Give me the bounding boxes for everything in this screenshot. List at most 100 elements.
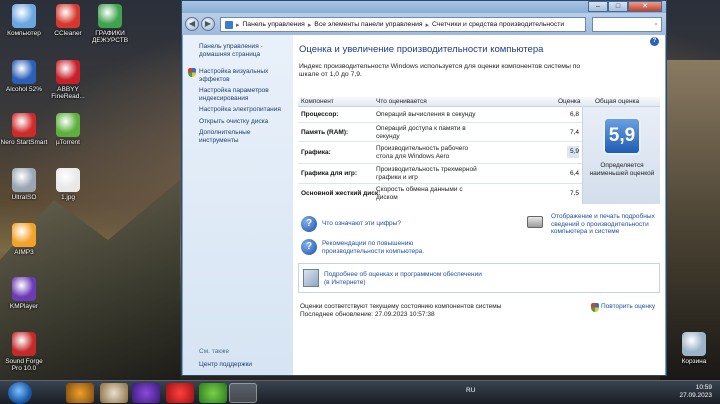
desktop-icon[interactable]: AIMP3 <box>0 223 48 256</box>
help-icon[interactable]: ? <box>650 37 659 46</box>
column-header-overall: Общая оценка <box>595 98 640 105</box>
start-button[interactable] <box>8 382 32 404</box>
taskbar-app-utorrent[interactable] <box>199 383 227 403</box>
desktop-icon[interactable]: UltraISO <box>0 168 48 201</box>
task-link-power[interactable]: Настройка электропитания <box>199 106 281 114</box>
forward-button[interactable]: ▶ <box>201 17 215 31</box>
rerun-assessment-link[interactable]: Повторить оценку <box>601 303 655 311</box>
overall-score-panel: 5,9 Определяется наименьшей оценкой <box>582 107 660 204</box>
clock-date: 27.09.2023 <box>679 392 712 399</box>
search-icon: ⌕ <box>654 21 658 28</box>
component-name: Основной жесткий диск: <box>301 190 381 197</box>
table-header: Компонент Что оценивается Оценка Общая о… <box>298 97 660 107</box>
what-numbers-mean-link[interactable]: Что означают эти цифры? <box>322 220 401 228</box>
question-icon: ? <box>301 239 317 255</box>
printer-icon <box>527 216 543 228</box>
desktop-icon-label: µTorrent <box>56 139 80 146</box>
desktop-icon-label: Nero StartSmart <box>0 139 48 146</box>
back-button[interactable]: ◀ <box>185 17 199 31</box>
taskbar-app-visual-studio[interactable] <box>132 383 160 403</box>
component-score: 6,4 <box>569 170 579 177</box>
component-name: Графика: <box>301 149 331 156</box>
desktop-icon[interactable]: Компьютер <box>0 4 48 37</box>
desktop-icon[interactable]: Sound Forge Pro 10.0 <box>0 332 48 372</box>
breadcrumb-item[interactable]: Все элементы панели управления <box>314 21 422 28</box>
app-icon <box>12 4 36 28</box>
desktop-icon[interactable]: Корзина <box>670 332 718 365</box>
desktop-icon[interactable]: CCleaner <box>44 4 92 37</box>
status-text: Оценки соответствуют текущему состоянию … <box>300 303 502 310</box>
column-header-score: Оценка <box>558 98 581 105</box>
task-list: Настройка визуальных эффектов Настройка … <box>188 68 288 148</box>
title-bar[interactable]: – □ ✕ <box>182 1 666 13</box>
last-update-text: Последнее обновление: 27.09.2023 10:57:3… <box>300 311 435 318</box>
app-icon <box>12 168 36 192</box>
taskbar-app-game[interactable] <box>100 383 128 403</box>
component-name: Процессор: <box>301 111 339 118</box>
minimize-button[interactable]: – <box>588 1 608 12</box>
clock-time: 10:59 <box>695 384 712 391</box>
app-icon <box>682 332 706 356</box>
app-icon <box>56 113 80 137</box>
left-task-pane: Панель управления - домашняя страница На… <box>183 35 293 375</box>
desktop-icon[interactable]: KMPlayer <box>0 277 48 310</box>
chevron-right-icon: ▸ <box>236 21 240 29</box>
app-icon <box>56 4 80 28</box>
desktop-icon[interactable]: ГРАФИКИ ДЕЖУРСТВ <box>86 4 134 44</box>
search-input[interactable]: ⌕ <box>592 17 662 32</box>
chevron-right-icon: ▸ <box>425 21 429 29</box>
desktop-icon[interactable]: Nero StartSmart <box>0 113 48 146</box>
task-link-disk-cleanup[interactable]: Открыть очистку диска <box>199 118 268 126</box>
desktop-icon[interactable]: µTorrent <box>44 113 92 146</box>
desktop-icon-label: 1.jpg <box>60 194 76 201</box>
desktop-icon[interactable]: Alcohol 52% <box>0 60 48 93</box>
desktop-icon-label: CCleaner <box>54 30 82 37</box>
desktop-icon-label: ABBYY FineRead... <box>51 86 85 100</box>
navigation-bar: ◀ ▶ ▸ Панель управления ▸ Все элементы п… <box>182 13 666 35</box>
app-icon <box>12 332 36 356</box>
desktop-icon[interactable]: ABBYY FineRead... <box>44 60 92 100</box>
see-also-heading: См. также <box>199 348 230 355</box>
app-icon <box>12 60 36 84</box>
control-panel-home-link[interactable]: Панель управления - домашняя страница <box>199 43 289 58</box>
app-icon <box>98 4 122 28</box>
base-score-badge: 5,9 <box>603 117 641 155</box>
component-metric: Операций вычисления в секунду <box>376 111 476 118</box>
task-link-visual-effects[interactable]: Настройка визуальных эффектов <box>199 68 288 83</box>
intro-text: Индекс производительности Windows исполь… <box>299 63 581 78</box>
clock[interactable]: 10:59 27.09.2023 <box>679 384 712 400</box>
language-indicator[interactable]: RU <box>466 387 475 394</box>
breadcrumb-item[interactable]: Панель управления <box>242 21 304 28</box>
desktop-icon-label: Компьютер <box>7 30 41 37</box>
close-button[interactable]: ✕ <box>628 1 662 12</box>
print-details-link[interactable]: Отображение и печать подробных сведений … <box>551 213 661 236</box>
task-link-advanced-tools[interactable]: Дополнительные инструменты <box>199 129 288 144</box>
online-info-link[interactable]: Подробнее об оценках и программном обесп… <box>324 271 484 286</box>
taskbar-app-control-panel[interactable] <box>229 383 257 403</box>
component-metric: Производительность рабочего стола для Wi… <box>376 145 469 160</box>
score-table: Компонент Что оценивается Оценка Общая о… <box>298 97 660 204</box>
breadcrumb-item[interactable]: Счетчики и средства производительности <box>432 21 564 28</box>
action-center-link[interactable]: Центр поддержки <box>199 361 252 369</box>
shield-icon <box>188 68 196 77</box>
taskbar-app-warcraft[interactable] <box>66 383 94 403</box>
component-name: Память (RAM): <box>301 129 349 136</box>
desktop-icon-label: UltraISO <box>11 194 37 201</box>
desktop-icon-label: ГРАФИКИ ДЕЖУРСТВ <box>91 30 129 44</box>
maximize-button[interactable]: □ <box>608 1 628 12</box>
online-info-box: Подробнее об оценках и программном обесп… <box>298 263 660 293</box>
desktop-icon-label: Alcohol 52% <box>5 86 43 93</box>
software-box-icon <box>303 269 319 287</box>
app-icon <box>12 113 36 137</box>
page-title: Оценка и увеличение производительности к… <box>299 44 544 55</box>
taskbar-app-opera[interactable] <box>166 383 194 403</box>
performance-tips-link[interactable]: Рекомендации по повышению производительн… <box>322 240 452 255</box>
desktop-icon-label: Sound Forge Pro 10.0 <box>5 358 43 372</box>
chevron-right-icon: ▸ <box>307 21 312 29</box>
task-link-indexing[interactable]: Настройка параметров индексирования <box>199 87 288 102</box>
address-bar[interactable]: ▸ Панель управления ▸ Все элементы панел… <box>220 17 586 32</box>
desktop-icon[interactable]: 1.jpg <box>44 168 92 201</box>
component-metric: Операций доступа к памяти в секунду <box>376 125 466 140</box>
column-header-component: Компонент <box>301 98 334 105</box>
control-panel-window: – □ ✕ ◀ ▶ ▸ Панель управления ▸ Все элем… <box>181 0 667 376</box>
